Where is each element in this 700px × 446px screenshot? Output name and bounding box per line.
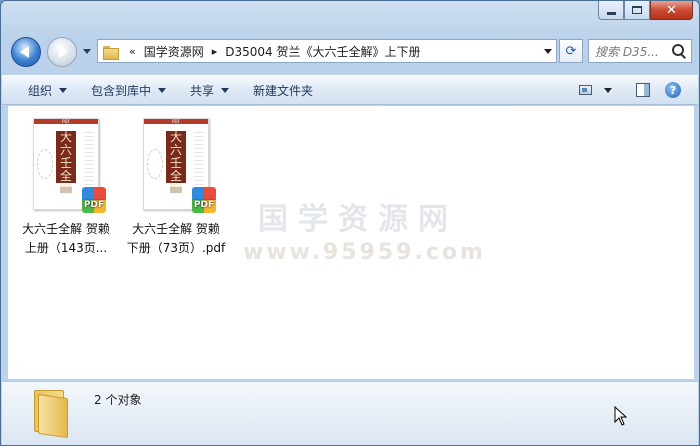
share-menu[interactable]: 共享 [178, 77, 241, 103]
folder-icon [30, 388, 72, 439]
breadcrumb-item-current[interactable]: D35004 贺兰《大六壬全解》上下册 [225, 43, 420, 60]
file-name-line1: 大六壬全解 贺赖 [132, 222, 220, 236]
mouse-pointer-icon [614, 406, 628, 426]
navigation-bar: « 国学资源网 ▸ D35004 贺兰《大六壬全解》上下册 ⟳ 搜索 D35..… [1, 31, 699, 71]
back-arrow-icon [20, 46, 29, 58]
minimize-button[interactable] [598, 1, 624, 20]
pdf-thumbnail: PDF 大六壬全解 PDF [33, 118, 106, 213]
thumbnail-decoration [147, 149, 163, 179]
breadcrumb-item-root[interactable]: 国学资源网 [144, 43, 204, 60]
preview-pane-button[interactable] [628, 77, 658, 103]
thumbnail-title: 大六壬全解 [166, 131, 186, 196]
chevron-down-icon [59, 87, 68, 93]
watermark-url: www.95959.com [243, 240, 486, 265]
minimize-icon [606, 11, 616, 15]
thumbnail-header: PDF [34, 119, 98, 124]
watermark-title: 国学资源网 [258, 202, 458, 237]
folder-icon-front [38, 393, 68, 439]
thumbnail-subtitle [170, 187, 182, 193]
pdf-icon: PDF [82, 187, 106, 213]
item-count: 2 个对象 [94, 393, 142, 407]
file-list-pane[interactable]: 国学资源网 www.95959.com PDF 大六壬全解 PDF 大六壬全解 … [8, 106, 694, 379]
pdf-badge-label: PDF [193, 200, 215, 210]
include-in-library-label: 包含到库中 [91, 83, 152, 98]
address-history-dropdown[interactable] [540, 48, 556, 54]
share-label: 共享 [190, 83, 215, 98]
file-item[interactable]: PDF 大六壬全解 PDF 大六壬全解 贺赖 上册（143页... [16, 116, 116, 258]
folder-icon [103, 45, 119, 60]
more-views-dropdown[interactable] [600, 77, 616, 103]
pdf-badge-label: PDF [83, 200, 105, 210]
help-button[interactable]: ? [658, 77, 688, 103]
forward-arrow-icon [59, 46, 68, 58]
refresh-icon: ⟳ [565, 43, 577, 59]
pdf-icon: PDF [192, 187, 216, 213]
thumbnail-title: 大六壬全解 [56, 131, 76, 196]
chevron-down-icon [158, 87, 167, 93]
details-pane: 2 个对象 [2, 381, 698, 445]
file-item[interactable]: PDF 大六壬全解 PDF 大六壬全解 贺赖 下册（73页）.pdf [126, 116, 226, 258]
command-bar: 组织 包含到库中 共享 新建文件夹 ? [2, 75, 698, 105]
explorer-window: ✕ « 国学资源网 ▸ D35004 贺兰《大六壬全解》上下册 ⟳ 搜索 D35… [0, 0, 700, 446]
back-button[interactable] [11, 37, 41, 67]
maximize-button[interactable] [624, 1, 650, 20]
close-icon: ✕ [666, 2, 677, 18]
file-name-line2: 下册（73页）.pdf [126, 241, 226, 255]
file-name[interactable]: 大六壬全解 贺赖 下册（73页）.pdf [121, 220, 231, 258]
file-name-line1: 大六壬全解 贺赖 [22, 222, 110, 236]
chevron-down-icon [544, 48, 552, 54]
recent-pages-dropdown[interactable] [83, 49, 91, 54]
breadcrumb-separator-icon[interactable]: ▸ [212, 45, 218, 58]
maximize-icon [632, 6, 642, 14]
new-folder-label: 新建文件夹 [253, 83, 314, 98]
file-name-line2: 上册（143页... [24, 241, 108, 255]
thumbnail-decoration [37, 149, 53, 179]
breadcrumb-overflow[interactable]: « [129, 45, 136, 58]
address-bar[interactable]: « 国学资源网 ▸ D35004 贺兰《大六壬全解》上下册 [97, 39, 557, 63]
close-button[interactable]: ✕ [650, 1, 693, 20]
file-name[interactable]: 大六壬全解 贺赖 上册（143页... [11, 220, 121, 258]
preview-pane-icon [636, 83, 650, 97]
change-view-button[interactable] [570, 77, 600, 103]
search-input[interactable]: 搜索 D35... [595, 43, 672, 60]
chevron-down-icon [604, 87, 612, 93]
thumbnail-header: PDF [144, 119, 208, 124]
organize-label: 组织 [28, 83, 53, 98]
organize-menu[interactable]: 组织 [2, 77, 79, 103]
search-icon[interactable] [672, 44, 686, 58]
chevron-down-icon [221, 87, 230, 93]
include-in-library-menu[interactable]: 包含到库中 [79, 77, 178, 103]
views-icon [578, 85, 592, 95]
view-controls: ? [570, 77, 698, 103]
help-icon: ? [665, 82, 681, 98]
new-folder-button[interactable]: 新建文件夹 [241, 77, 325, 103]
search-box[interactable]: 搜索 D35... [588, 39, 692, 63]
pdf-thumbnail: PDF 大六壬全解 PDF [143, 118, 216, 213]
refresh-button[interactable]: ⟳ [559, 39, 583, 63]
forward-button[interactable] [47, 37, 77, 67]
thumbnail-subtitle [60, 187, 72, 193]
watermark: 国学资源网 www.95959.com [243, 194, 486, 265]
caption-buttons: ✕ [598, 1, 693, 20]
